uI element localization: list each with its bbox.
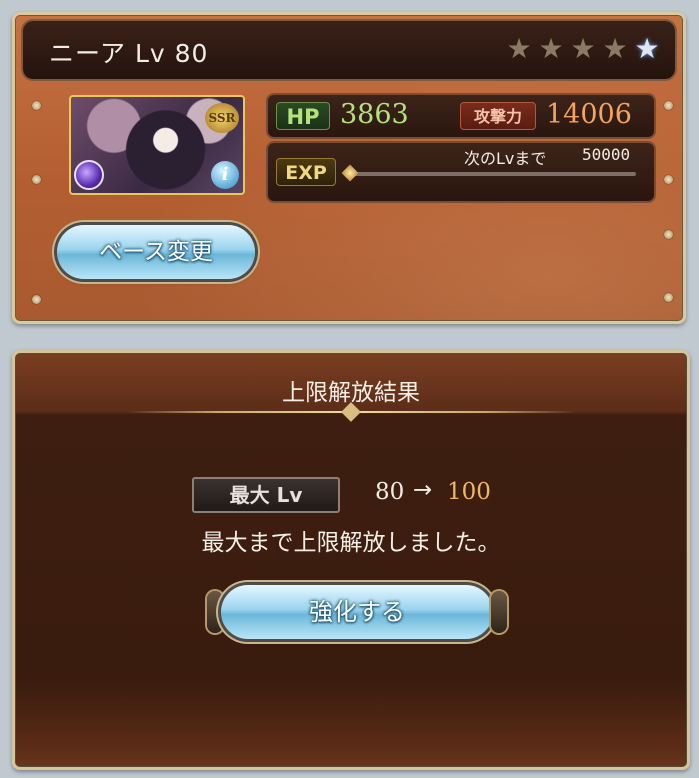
star-icon: ★ — [602, 32, 628, 65]
level-arrow: → — [413, 477, 433, 503]
enhance-button[interactable]: 強化する — [207, 585, 507, 639]
attack-value: 14006 — [546, 99, 632, 130]
rivet-decoration — [32, 295, 41, 304]
rivet-decoration — [32, 101, 41, 110]
character-panel: ニーア Lv 80 ★ ★ ★ ★ ★ SSR i HP 3863 攻撃力 14… — [12, 12, 686, 324]
exp-box: EXP 次のLvまで 50000 — [268, 143, 654, 201]
hp-label: HP — [276, 102, 330, 130]
exp-next-value: 50000 — [582, 145, 631, 164]
ssr-badge: SSR — [205, 103, 239, 133]
stats-box: HP 3863 攻撃力 14006 — [268, 95, 654, 137]
star-icon: ★ — [570, 32, 596, 65]
info-icon[interactable]: i — [211, 161, 239, 189]
rarity-stars: ★ ★ ★ ★ ★ — [505, 35, 661, 63]
dark-element-icon — [74, 160, 104, 190]
limit-break-result-panel: 上限解放結果 最大 Lv 80 → 100 最大まで上限解放しました。 強化する — [12, 350, 690, 770]
exp-marker-icon — [341, 164, 359, 182]
rivet-decoration — [32, 175, 41, 184]
exp-label: EXP — [276, 158, 336, 186]
level-before: 80 — [375, 479, 405, 505]
level-after: 100 — [447, 479, 491, 505]
base-change-label: ベース変更 — [57, 225, 255, 279]
button-ornament-right — [491, 591, 507, 633]
rivet-decoration — [664, 230, 673, 239]
rivet-decoration — [664, 293, 673, 302]
result-message: 最大まで上限解放しました。 — [201, 530, 501, 556]
title-bar: ニーア Lv 80 ★ ★ ★ ★ ★ — [23, 21, 675, 79]
character-portrait[interactable]: SSR i — [69, 95, 245, 195]
star-icon: ★ — [634, 32, 660, 65]
exp-next-label: 次のLvまで — [464, 149, 547, 168]
character-name-level: ニーア Lv 80 — [49, 39, 209, 68]
star-icon: ★ — [506, 32, 532, 65]
max-level-label: 最大 Lv — [192, 477, 340, 513]
hp-value: 3863 — [340, 99, 409, 130]
rivet-decoration — [664, 101, 673, 110]
rivet-decoration — [664, 175, 673, 184]
base-change-button[interactable]: ベース変更 — [57, 225, 255, 279]
enhance-label: 強化する — [221, 585, 493, 639]
attack-label: 攻撃力 — [460, 102, 536, 130]
star-icon: ★ — [538, 32, 564, 65]
exp-progress-bar — [354, 172, 636, 176]
